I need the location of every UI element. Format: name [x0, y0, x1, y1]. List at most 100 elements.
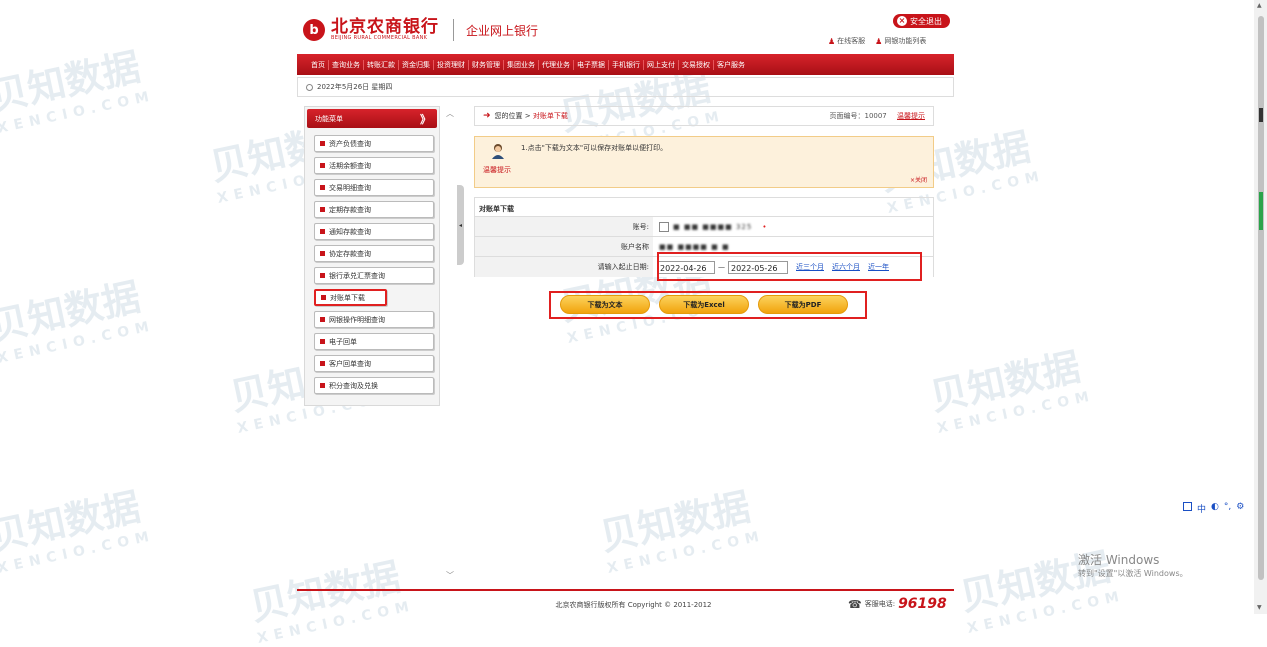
breadcrumb-prefix: 您的位置 > — [494, 112, 531, 120]
bank-logo: b 北京农商银行 BEIJING RURAL COMMERCIAL BANK 企… — [303, 17, 538, 43]
close-icon: × — [897, 16, 907, 26]
account-select[interactable]: ■ ■■ ■■■■ 325 • — [653, 217, 933, 237]
tip-link[interactable]: 温馨提示 — [897, 112, 925, 120]
online-service-link[interactable]: ♟ 在线客服 — [828, 36, 865, 46]
chevron-up-icon[interactable]: ︿ — [446, 108, 454, 119]
ime-chinese-toggle[interactable]: 中 — [1197, 502, 1206, 515]
hotline-number: 96198 — [898, 596, 947, 612]
sidebar-item-bank-draft[interactable]: 银行承兑汇票查询 — [314, 267, 434, 284]
product-name: 企业网上银行 — [466, 23, 539, 38]
sidebar-item-statement-download[interactable]: 对账单下载 — [314, 289, 387, 306]
phone-icon: ☎ — [848, 597, 862, 611]
nav-item-mobile[interactable]: 手机银行 — [609, 59, 644, 70]
bullet-icon — [320, 207, 325, 212]
sidebar-title: 功能菜单 — [315, 114, 343, 123]
tip-close-link[interactable]: ×关闭 — [910, 175, 927, 184]
sidebar-item-balance-sheet[interactable]: 资产负债查询 — [314, 135, 434, 152]
sidebar-item-agreed-deposit[interactable]: 协定存款查询 — [314, 245, 434, 262]
gear-icon[interactable]: ⚙ — [1236, 502, 1244, 515]
bullet-icon — [320, 273, 325, 278]
nav-item-authorization[interactable]: 交易授权 — [679, 59, 714, 70]
windows-activation-sub: 转到"设置"以激活 Windows。 — [1078, 569, 1188, 578]
moon-icon[interactable]: ◐ — [1211, 502, 1219, 515]
nav-item-group[interactable]: 集团业务 — [504, 59, 539, 70]
sidebar-item-operation-log[interactable]: 网银操作明细查询 — [314, 311, 434, 328]
download-buttons-highlight — [549, 291, 867, 319]
nav-item-agency[interactable]: 代理业务 — [539, 59, 574, 70]
sidebar-item-notice-deposit[interactable]: 通知存款查询 — [314, 223, 434, 240]
tip-box: 1.点击"下载为文本"可以保存对账单以便打印。 温馨提示 ×关闭 — [474, 136, 934, 188]
bullet-icon — [320, 339, 325, 344]
date-range-label: 请输入起止日期: — [597, 263, 649, 271]
page-number: 页面编号：10007 — [829, 112, 887, 120]
watermark: 贝知数据XENCIO.COM — [0, 484, 157, 577]
nav-item-e-bill[interactable]: 电子票据 — [574, 59, 609, 70]
watermark: 贝知数据XENCIO.COM — [0, 44, 157, 137]
bullet-icon — [321, 295, 326, 300]
sidebar-item-fixed-deposit[interactable]: 定期存款查询 — [314, 201, 434, 218]
account-name-label: 账户名称 — [621, 243, 649, 251]
checkbox-icon[interactable] — [659, 222, 669, 232]
date-bar: 2022年5月26日 星期四 — [297, 77, 954, 97]
sidebar: 功能菜单 》 资产负债查询 活期余额查询 交易明细查询 定期存款查询 通知存款查… — [304, 106, 440, 406]
scroll-marker — [1259, 108, 1263, 122]
person-icon: ♟ — [828, 36, 836, 46]
bank-logo-icon: b — [303, 19, 325, 41]
sidebar-item-current-balance[interactable]: 活期余额查询 — [314, 157, 434, 174]
logout-label: 安全退出 — [910, 16, 942, 26]
windows-activation-title: 激活 Windows — [1078, 553, 1160, 567]
content-scrollbar[interactable]: ︿ ﹀ — [445, 106, 458, 586]
ime-toolbar: 中 ◐ °, ⚙ — [1183, 502, 1244, 515]
arrow-right-icon: ➜ — [483, 111, 491, 121]
collapse-sidebar-handle[interactable]: ◂ — [457, 185, 464, 265]
bullet-icon — [320, 317, 325, 322]
scroll-up-icon[interactable]: ▲ — [1257, 2, 1262, 9]
bullet-icon — [320, 361, 325, 366]
current-date: 2022年5月26日 星期四 — [317, 83, 393, 91]
punctuation-icon[interactable]: °, — [1224, 502, 1231, 515]
sidebar-toggle-icon[interactable]: 》 — [420, 111, 431, 127]
function-list-link[interactable]: ♟ 网银功能列表 — [875, 36, 926, 46]
nav-item-online-pay[interactable]: 网上支付 — [644, 59, 679, 70]
ime-grid-icon[interactable] — [1183, 502, 1192, 511]
tip-text: 1.点击"下载为文本"可以保存对账单以便打印。 — [521, 144, 668, 152]
bullet-icon — [320, 383, 325, 388]
bullet-icon — [320, 229, 325, 234]
sidebar-item-e-receipt[interactable]: 电子回单 — [314, 333, 434, 350]
account-row: 账号: ■ ■■ ■■■■ 325 • — [475, 216, 933, 237]
nav-item-cash-pool[interactable]: 资金归集 — [399, 59, 434, 70]
logo-divider — [453, 19, 454, 41]
page-number-block: 页面编号：10007 温馨提示 — [829, 111, 925, 121]
sidebar-item-transactions[interactable]: 交易明细查询 — [314, 179, 434, 196]
form-title: 对账单下载 — [479, 205, 514, 213]
nav-item-investment[interactable]: 投资理财 — [434, 59, 469, 70]
hotline-label: 客服电话: — [864, 600, 896, 608]
breadcrumb-current: 对账单下载 — [532, 112, 568, 120]
chevron-down-icon[interactable]: ﹀ — [446, 570, 454, 581]
scroll-down-icon[interactable]: ▼ — [1257, 604, 1262, 611]
sidebar-item-points[interactable]: 积分查询及兑换 — [314, 377, 434, 394]
account-label: 账号: — [632, 223, 649, 231]
scroll-marker — [1259, 192, 1263, 230]
bullet-icon — [320, 185, 325, 190]
account-value: ■ ■■ ■■■■ 325 — [673, 223, 753, 231]
logout-button[interactable]: × 安全退出 — [893, 14, 950, 28]
page-scrollbar-thumb[interactable] — [1258, 16, 1264, 580]
main-nav: 首页 查询业务 转账汇款 资金归集 投资理财 财务管理 集团业务 代理业务 电子… — [297, 54, 954, 75]
nav-item-home[interactable]: 首页 — [297, 59, 329, 70]
windows-activation-watermark: 激活 Windows 转到"设置"以激活 Windows。 — [1078, 551, 1188, 579]
nav-item-query[interactable]: 查询业务 — [329, 59, 364, 70]
nav-item-customer-service[interactable]: 客户服务 — [714, 60, 748, 70]
nav-item-transfer[interactable]: 转账汇款 — [364, 59, 399, 70]
bank-name-block: 北京农商银行 BEIJING RURAL COMMERCIAL BANK — [331, 19, 439, 42]
breadcrumb: ➜ 您的位置 > 对账单下载 页面编号：10007 温馨提示 — [474, 106, 934, 126]
watermark: 贝知数据XENCIO.COM — [0, 274, 157, 367]
watermark: 贝知数据XENCIO.COM — [246, 554, 417, 647]
watermark: 贝知数据XENCIO.COM — [596, 484, 767, 577]
hotline: ☎ 客服电话: 96198 — [848, 596, 947, 612]
people-icon: ♟ — [875, 36, 883, 46]
nav-item-finance[interactable]: 财务管理 — [469, 59, 504, 70]
watermark: 贝知数据XENCIO.COM — [926, 344, 1097, 437]
customer-service-icon — [492, 144, 504, 159]
sidebar-item-customer-receipt[interactable]: 客户回单查询 — [314, 355, 434, 372]
